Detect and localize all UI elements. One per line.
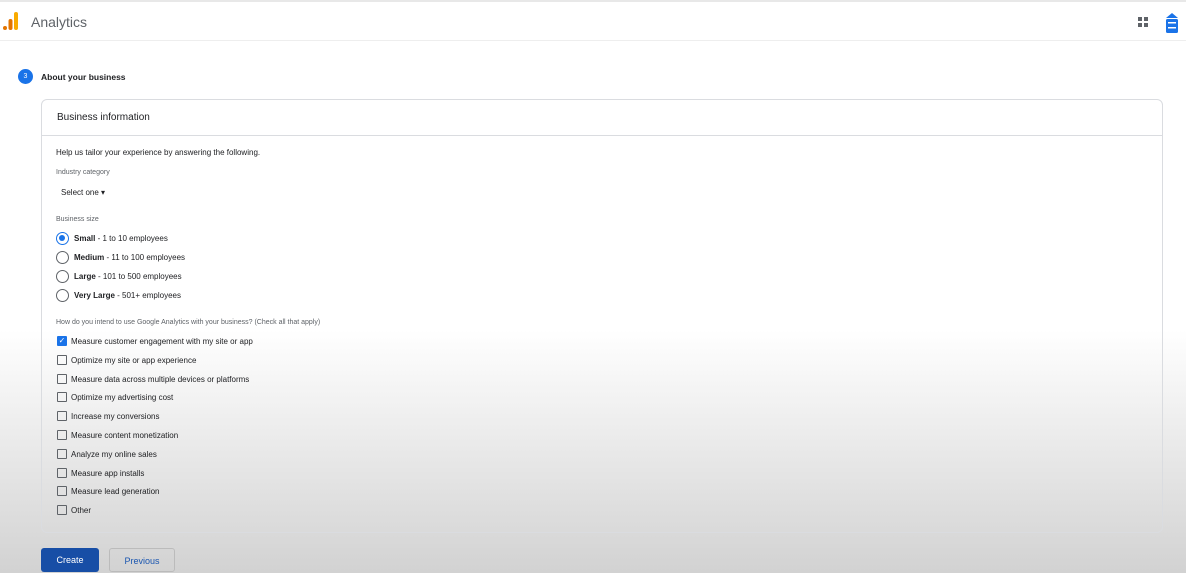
usage-option-label: Optimize my site or app experience	[71, 355, 197, 365]
business-size-radio[interactable]	[56, 251, 69, 264]
app-title: Analytics	[31, 14, 88, 30]
usage-checkbox[interactable]	[57, 486, 67, 497]
usage-option-label: Optimize my advertising cost	[71, 393, 174, 403]
business-size-radio[interactable]	[56, 232, 69, 245]
apps-grid-icon[interactable]	[1138, 17, 1148, 27]
usage-checkbox[interactable]	[57, 505, 67, 516]
step-number-badge: 3	[18, 69, 33, 84]
usage-checkbox[interactable]	[57, 411, 67, 422]
usage-option-label: Increase my conversions	[71, 412, 160, 422]
usage-checkbox[interactable]	[57, 373, 67, 384]
usage-checkbox[interactable]	[57, 448, 67, 459]
business-size-option: Medium - 11 to 100 employees	[74, 253, 186, 262]
usage-question: How do you intend to use Google Analytic…	[56, 319, 321, 326]
business-information-card: Business information	[41, 99, 1163, 533]
caret-down-icon: ▾	[101, 188, 106, 197]
top-bar: Analytics	[0, 0, 1186, 41]
previous-button[interactable]: Previous	[109, 548, 175, 572]
account-icon[interactable]	[1166, 13, 1178, 33]
usage-option-label: Measure lead generation	[71, 487, 160, 497]
usage-checkbox[interactable]: ✓	[57, 336, 67, 346]
usage-checkbox[interactable]	[57, 392, 67, 403]
usage-option-label: Measure content monetization	[71, 431, 179, 440]
step-title: About your business	[41, 72, 126, 82]
business-size-option: Large - 101 to 500 employees	[74, 272, 182, 281]
usage-option-label: Measure app installs	[71, 468, 145, 478]
business-size-radio[interactable]	[56, 270, 69, 283]
business-size-option: Very Large - 501+ employees	[74, 291, 181, 300]
business-size-option: Small - 1 to 10 employees	[74, 234, 168, 243]
create-button[interactable]: Create	[41, 548, 99, 572]
usage-checkbox[interactable]	[57, 430, 67, 440]
usage-checkbox[interactable]	[57, 354, 67, 365]
business-size-label: Business size	[56, 216, 99, 223]
usage-checkbox[interactable]	[57, 467, 67, 478]
usage-option-label: Measure data across multiple devices or …	[71, 374, 250, 384]
usage-option-label: Analyze my online sales	[71, 449, 157, 459]
usage-option-label: Other	[71, 506, 92, 516]
industry-label: Industry category	[56, 169, 110, 176]
dropdown-value: Select one	[61, 188, 99, 197]
business-size-radio[interactable]	[56, 289, 69, 302]
analytics-logo	[3, 12, 18, 30]
usage-option-label: Measure customer engagement with my site…	[71, 337, 253, 346]
intro-text: Help us tailor your experience by answer…	[56, 148, 261, 157]
industry-category-dropdown[interactable]: Select one ▾	[61, 188, 105, 197]
card-title: Business information	[42, 100, 1162, 136]
